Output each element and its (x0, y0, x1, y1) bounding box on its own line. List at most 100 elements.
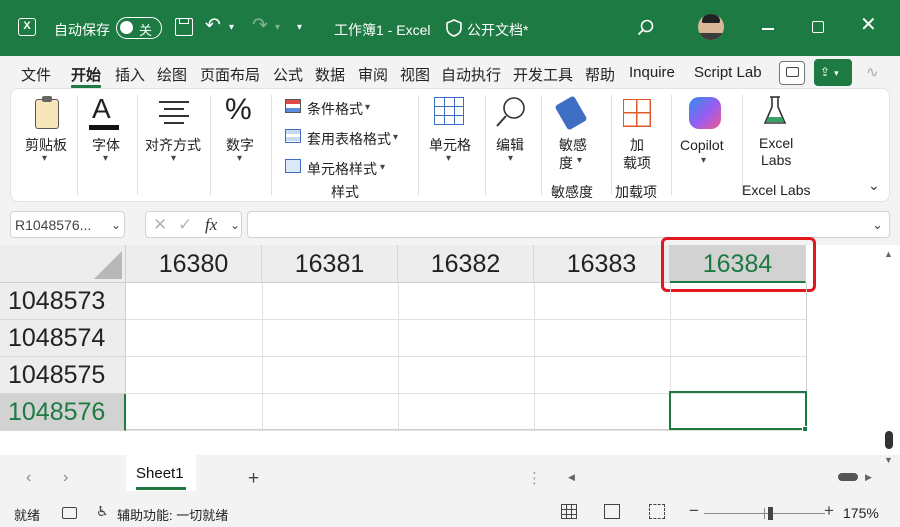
tab-automate[interactable]: 自动执行 (441, 64, 501, 85)
cells-dropdown-icon[interactable]: ▾ (446, 153, 451, 164)
paste-icon[interactable] (35, 96, 59, 129)
alignment-label[interactable]: 对齐方式 (145, 135, 201, 155)
scroll-up-icon[interactable]: ▲ (884, 249, 893, 259)
tab-file[interactable]: 文件 (21, 64, 51, 85)
row-header[interactable]: 1048574 (0, 320, 126, 357)
horizontal-scrollbar-track[interactable] (583, 478, 856, 480)
grid-row[interactable] (126, 320, 806, 357)
format-as-table-dropdown-icon[interactable]: ▾ (393, 132, 398, 143)
formula-input[interactable]: ⌄ (247, 211, 890, 238)
copilot-dropdown-icon[interactable]: ▾ (701, 155, 706, 166)
conditional-format-dropdown-icon[interactable]: ▾ (365, 102, 370, 113)
grid-row[interactable] (126, 357, 806, 394)
font-icon[interactable]: A (92, 93, 111, 125)
cell-styles-button[interactable]: 单元格样式 (307, 159, 377, 179)
cancel-icon[interactable]: ✕ (153, 215, 167, 235)
row-header-selected[interactable]: 1048576 (0, 394, 126, 431)
scroll-right-icon[interactable]: ▶ (865, 472, 872, 483)
sensitivity-dropdown-icon[interactable]: ▾ (577, 155, 582, 166)
tab-review[interactable]: 审阅 (358, 64, 388, 85)
font-label[interactable]: 字体 (92, 135, 120, 155)
autosave-toggle[interactable]: 关 (116, 17, 162, 39)
column-header[interactable]: 16382 (398, 245, 534, 283)
tab-formulas[interactable]: 公式 (273, 64, 303, 85)
prev-sheet-icon[interactable]: ‹ (26, 469, 31, 487)
insert-function-button[interactable]: fx (205, 215, 217, 235)
zoom-in-icon[interactable]: + (824, 501, 834, 521)
horizontal-scroll-thumb[interactable] (838, 473, 858, 481)
tab-insert[interactable]: 插入 (115, 64, 145, 85)
conditional-format-button[interactable]: 条件格式 (307, 99, 363, 119)
tab-developer[interactable]: 开发工具 (513, 64, 573, 85)
editing-dropdown-icon[interactable]: ▾ (508, 153, 513, 164)
font-dropdown-icon[interactable]: ▾ (103, 153, 108, 164)
tab-view[interactable]: 视图 (400, 64, 430, 85)
scroll-thumb[interactable] (885, 431, 893, 449)
tab-draw[interactable]: 绘图 (157, 64, 187, 85)
row-header[interactable]: 1048575 (0, 357, 126, 394)
copilot-icon[interactable] (689, 97, 721, 129)
cell-styles-dropdown-icon[interactable]: ▾ (380, 162, 385, 173)
sheet-tab-active[interactable]: Sheet1 (126, 455, 196, 491)
flask-icon[interactable] (763, 95, 787, 127)
clipboard-dropdown-icon[interactable]: ▾ (42, 153, 47, 164)
page-break-view-icon[interactable] (649, 504, 665, 519)
active-cell[interactable] (669, 391, 807, 430)
save-icon[interactable] (175, 18, 193, 36)
name-box-dropdown-icon[interactable]: ⌄ (111, 218, 121, 232)
next-sheet-icon[interactable]: › (63, 469, 68, 487)
fx-dropdown-icon[interactable]: ⌄ (230, 218, 240, 232)
avatar[interactable] (698, 14, 724, 40)
excel-labs-label-1[interactable]: Excel (759, 135, 793, 151)
tab-page-layout[interactable]: 页面布局 (200, 64, 260, 85)
copilot-label[interactable]: Copilot (680, 137, 724, 153)
tab-script-lab[interactable]: Script Lab (694, 64, 762, 81)
tab-inquire[interactable]: Inquire (629, 64, 675, 81)
addins-label-2[interactable]: 载项 (623, 153, 651, 173)
redo-dropdown-icon[interactable]: ▾ (275, 18, 280, 38)
grid-row[interactable] (126, 283, 806, 320)
zoom-out-icon[interactable]: − (689, 501, 699, 521)
macro-recording-icon[interactable] (62, 507, 77, 519)
column-header[interactable]: 16383 (534, 245, 670, 283)
minimize-icon[interactable] (762, 28, 774, 30)
normal-view-icon[interactable] (561, 504, 577, 519)
clipboard-label[interactable]: 剪贴板 (25, 135, 67, 155)
expand-formula-bar-icon[interactable]: ⌄ (872, 217, 883, 233)
activity-icon[interactable]: ∿ (866, 63, 879, 81)
page-layout-view-icon[interactable] (604, 504, 620, 519)
column-header[interactable]: 16380 (126, 245, 262, 283)
enter-icon[interactable]: ✓ (178, 215, 192, 235)
alignment-icon[interactable] (159, 101, 189, 124)
close-icon[interactable]: ✕ (860, 15, 877, 35)
undo-icon[interactable]: ↶ (205, 16, 221, 36)
collapse-ribbon-icon[interactable]: ⌄ (868, 177, 880, 194)
sensitivity-label-1[interactable]: 敏感 (559, 135, 587, 155)
editing-label[interactable]: 编辑 (496, 135, 524, 155)
addins-label-1[interactable]: 加 (630, 135, 644, 155)
customize-dropdown-icon[interactable]: ▾ (297, 18, 302, 38)
excel-labs-label-2[interactable]: Labs (761, 152, 791, 168)
tab-help[interactable]: 帮助 (585, 64, 615, 85)
zoom-level[interactable]: 175% (843, 505, 879, 521)
number-dropdown-icon[interactable]: ▾ (237, 153, 242, 164)
column-header[interactable]: 16381 (262, 245, 398, 283)
sensitivity-label-2[interactable]: 度 (559, 153, 573, 173)
share-button[interactable]: ⇪ ▾ (814, 59, 852, 86)
format-as-table-button[interactable]: 套用表格格式 (307, 129, 391, 149)
tab-home[interactable]: 开始 (71, 64, 101, 85)
cells-label[interactable]: 单元格 (429, 135, 471, 155)
addins-icon[interactable] (623, 99, 651, 127)
vertical-scrollbar[interactable]: ▲ (878, 245, 900, 455)
alignment-dropdown-icon[interactable]: ▾ (171, 153, 176, 164)
fill-handle[interactable] (802, 426, 808, 432)
cells-icon[interactable] (434, 97, 464, 125)
percent-icon[interactable]: % (225, 93, 252, 127)
sensitivity-label[interactable]: 公开文档* (467, 20, 528, 40)
redo-icon[interactable]: ↷ (252, 16, 268, 36)
more-options-icon[interactable]: ⋮ (527, 469, 542, 487)
zoom-slider-thumb[interactable] (768, 507, 773, 520)
scroll-down-icon[interactable]: ▼ (884, 455, 893, 465)
comments-button[interactable] (779, 61, 805, 85)
search-icon[interactable] (494, 95, 528, 129)
